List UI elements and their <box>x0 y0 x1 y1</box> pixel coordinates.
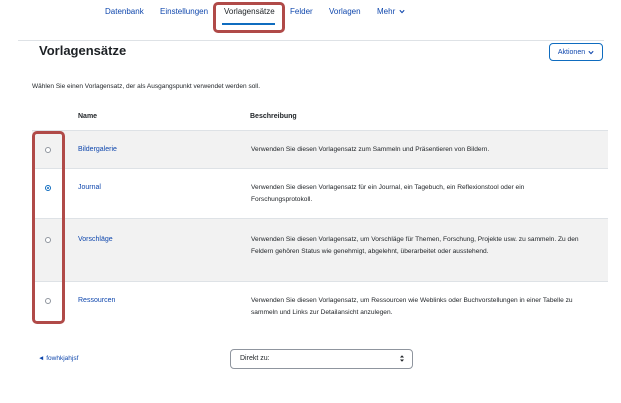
column-header-name: Name <box>78 113 98 120</box>
active-tab-indicator <box>222 23 275 25</box>
nav-item-mehr-label: Mehr <box>377 7 396 16</box>
up-down-caret-icon <box>400 355 404 362</box>
intro-text: Wählen Sie einen Vorlagensatz, der als A… <box>32 83 261 90</box>
preset-description: Verwenden Sie diesen Vorlagensatz, um Re… <box>251 297 573 316</box>
preset-radio-ressourcen[interactable] <box>45 298 51 304</box>
table-row: Vorschläge Verwenden Sie diesen Vorlagen… <box>32 218 608 281</box>
preset-name[interactable]: Vorschläge <box>78 236 113 243</box>
page-title: Vorlagensätze <box>39 43 127 58</box>
navigation-divider <box>18 40 604 41</box>
nav-item-felder[interactable]: Felder <box>290 7 313 16</box>
chevron-down-icon <box>588 50 594 54</box>
preset-radio-journal[interactable] <box>45 185 51 191</box>
nav-item-mehr[interactable]: Mehr <box>377 7 406 16</box>
preset-name[interactable]: Bildergalerie <box>78 146 117 153</box>
preset-radio-vorschlaege[interactable] <box>45 237 51 243</box>
nav-item-vorlagensaetze[interactable]: Vorlagensätze <box>224 7 275 16</box>
actions-label: Aktionen <box>557 48 586 56</box>
jump-to-label: Direkt zu: <box>240 355 270 362</box>
table-row: Journal Verwenden Sie diesen Vorlagensat… <box>32 168 608 218</box>
chevron-down-icon <box>399 9 406 14</box>
table-row: Bildergalerie Verwenden Sie diesen Vorla… <box>32 130 608 168</box>
nav-item-vorlagen[interactable]: Vorlagen <box>329 7 361 16</box>
jump-to-select[interactable]: Direkt zu: <box>230 349 413 369</box>
preset-description: Verwenden Sie diesen Vorlagensatz für ei… <box>251 184 525 203</box>
preset-description: Verwenden Sie diesen Vorlagensatz zum Sa… <box>251 146 490 153</box>
preset-radio-bildergalerie[interactable] <box>45 147 51 153</box>
table-row: Ressourcen Verwenden Sie diesen Vorlagen… <box>32 281 608 327</box>
secondary-navigation: Datenbank Einstellungen Vorlagensätze Fe… <box>0 0 621 26</box>
preset-name[interactable]: Journal <box>78 184 101 191</box>
actions-menu-button[interactable]: Aktionen <box>549 43 603 61</box>
back-link[interactable]: ◄ fowhkjahjsf <box>38 355 78 362</box>
nav-item-datenbank[interactable]: Datenbank <box>105 7 144 16</box>
nav-item-einstellungen[interactable]: Einstellungen <box>160 7 208 16</box>
preset-name[interactable]: Ressourcen <box>78 297 115 304</box>
preset-description: Verwenden Sie diesen Vorlagensatz, um Vo… <box>251 236 579 255</box>
column-header-description: Beschreibung <box>250 113 297 120</box>
